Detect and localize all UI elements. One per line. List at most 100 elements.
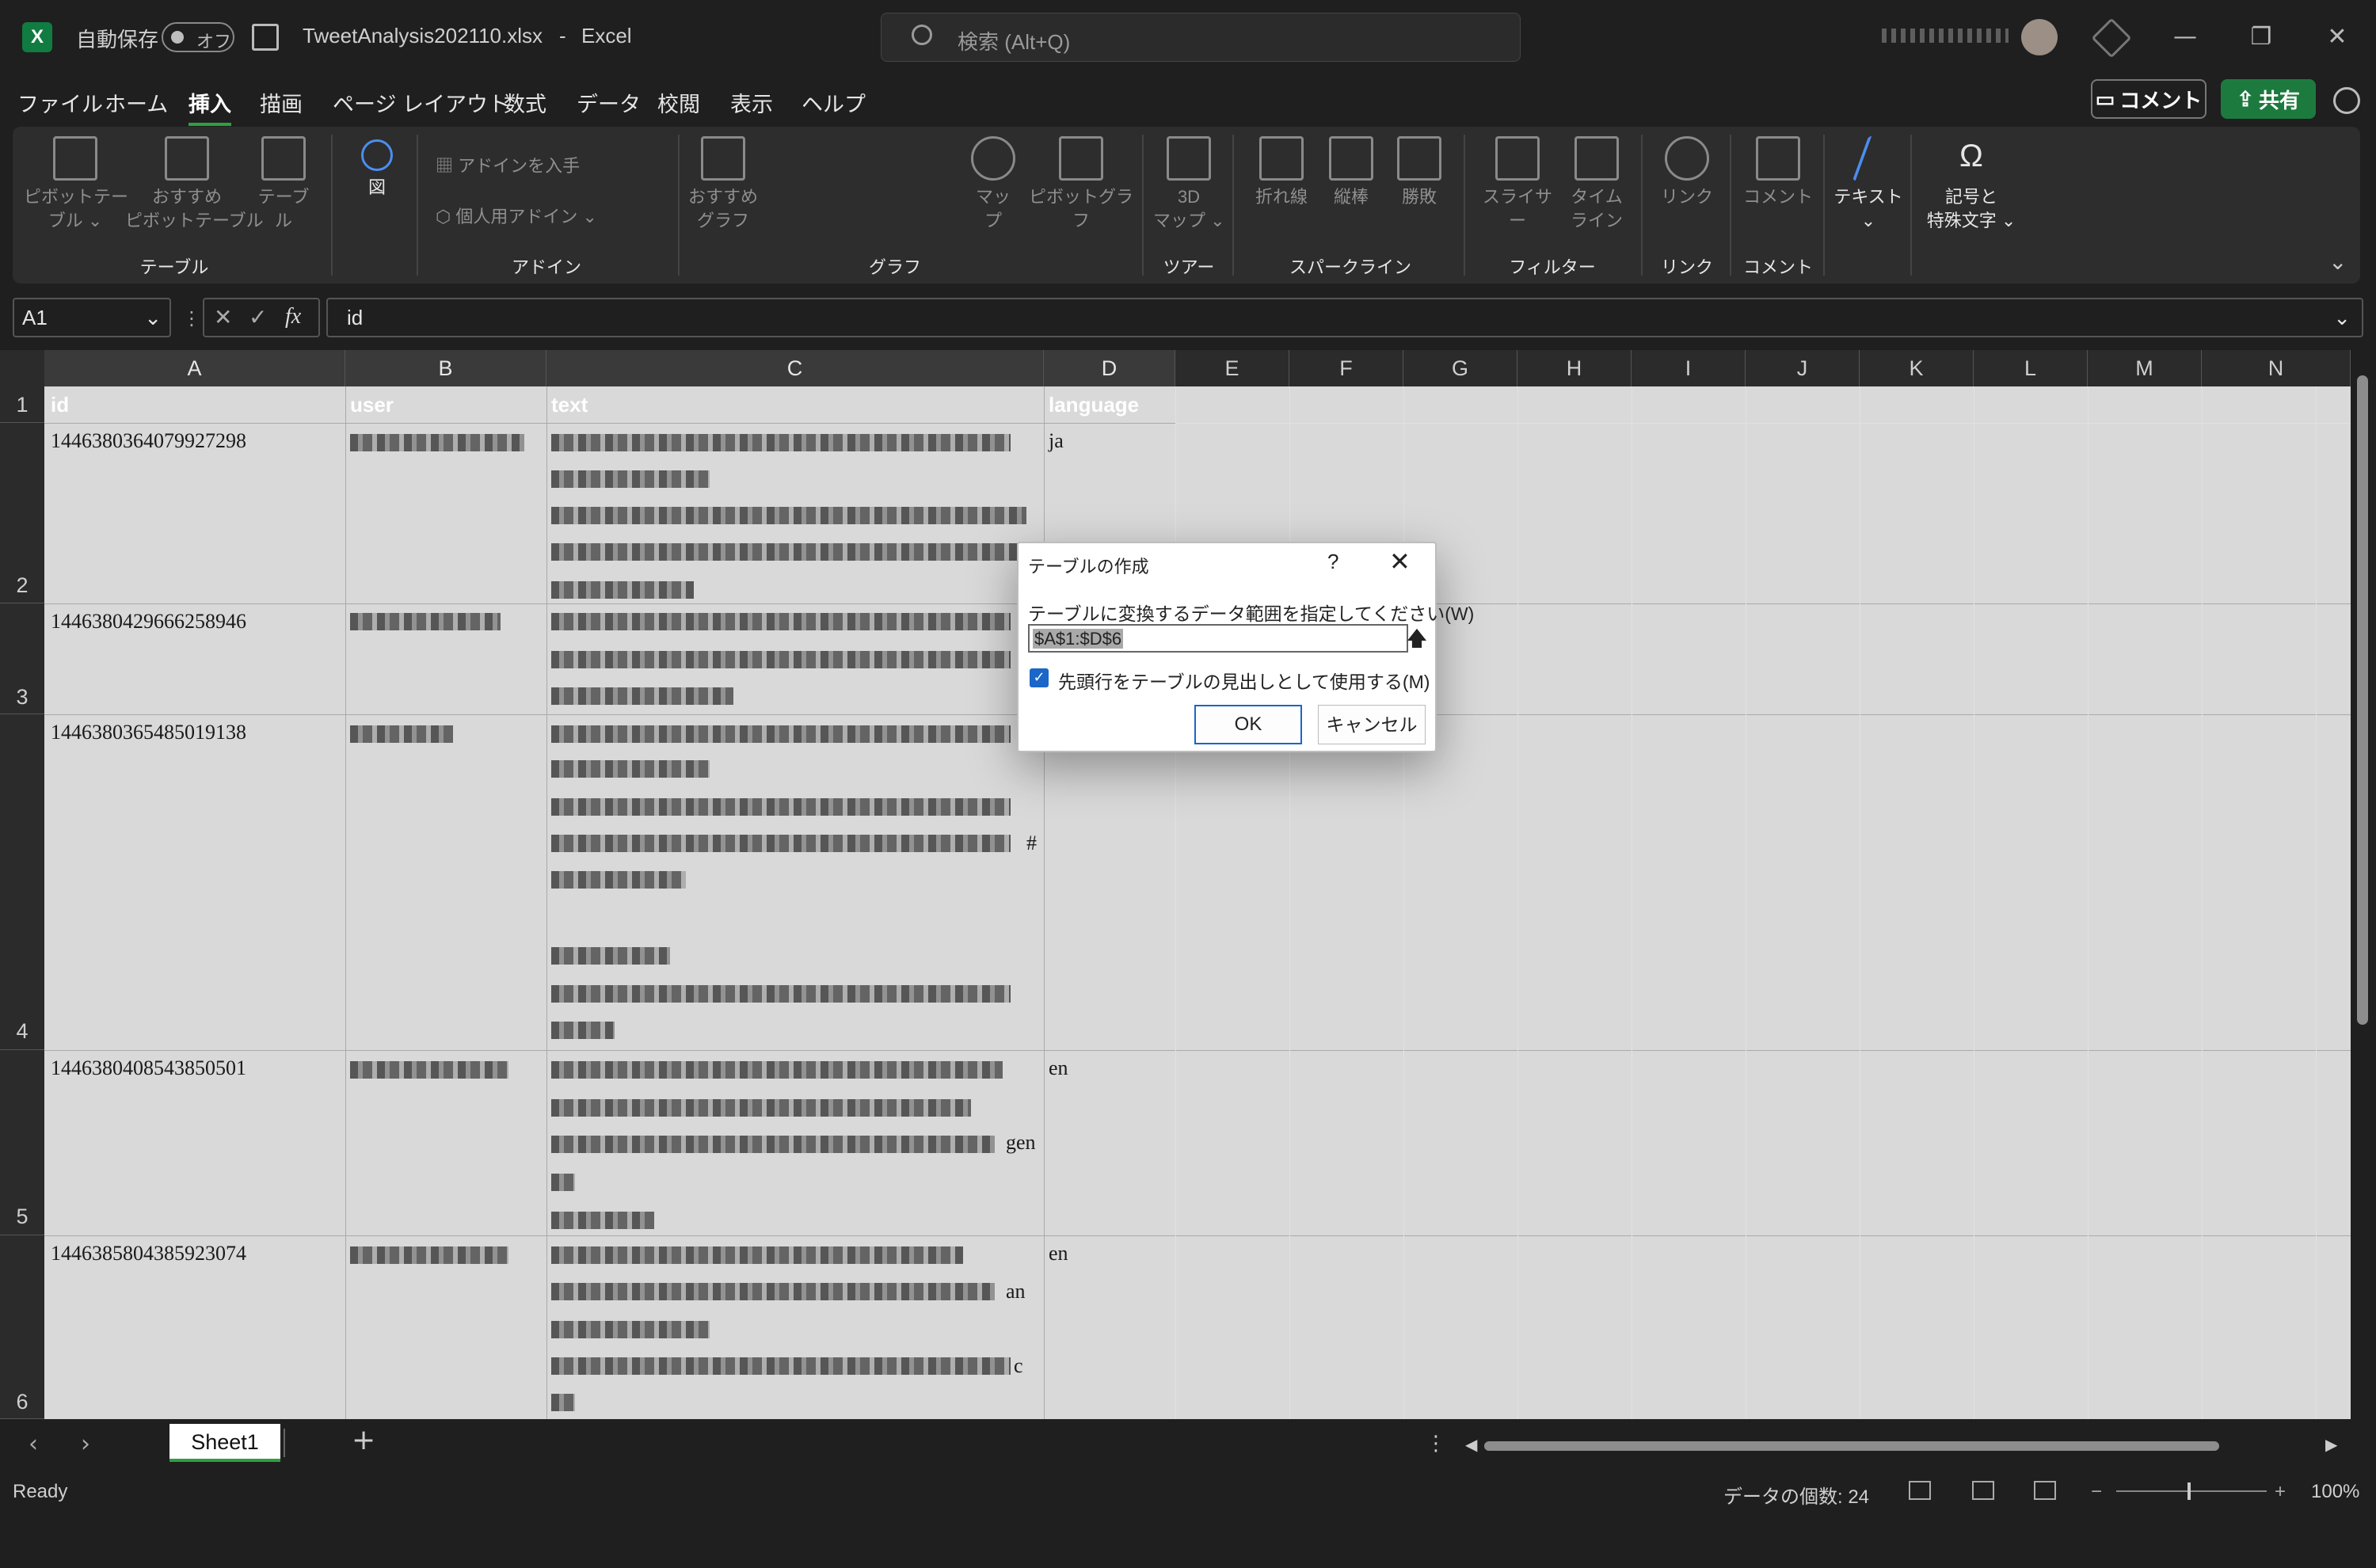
page-layout-view-icon[interactable] (1972, 1481, 1994, 1500)
recommended-charts-button[interactable]: おすすめ グラフ (687, 136, 759, 233)
zoom-in-icon[interactable]: + (2275, 1481, 2286, 1503)
col-header-a[interactable]: A (44, 350, 345, 386)
cell-id[interactable]: 1446380408543850501 (46, 1053, 251, 1083)
pivot-table-button[interactable]: ピボットテー ブル ⌄ (24, 136, 128, 233)
zoom-out-icon[interactable]: − (2091, 1481, 2102, 1503)
timeline-button[interactable]: タイム ライン (1563, 136, 1630, 233)
row-header-3[interactable]: 3 (0, 603, 44, 714)
formula-expand-icon[interactable]: ⌄ (2333, 306, 2351, 330)
avatar[interactable] (2021, 19, 2058, 55)
symbols-button[interactable]: Ω 記号と 特殊文字 ⌄ (1920, 136, 2023, 233)
minimize-button[interactable]: — (2165, 17, 2205, 57)
vertical-scrollbar[interactable] (2351, 356, 2376, 1418)
range-input[interactable]: $A$1:$D$6 (1028, 624, 1408, 653)
col-header-g[interactable]: G (1403, 350, 1517, 386)
normal-view-icon[interactable] (1909, 1481, 1931, 1500)
header-cell-language[interactable]: language (1044, 390, 1144, 421)
sheet-tab-sheet1[interactable]: Sheet1 (169, 1424, 280, 1462)
row-header-6[interactable]: 6 (0, 1235, 44, 1419)
sparkline-column-button[interactable]: 縦棒 (1319, 136, 1383, 209)
menu-insert[interactable]: 挿入 (188, 87, 231, 126)
horizontal-scroll-thumb[interactable] (1484, 1441, 2219, 1451)
autosave-toggle[interactable]: オフ (162, 22, 234, 52)
table-button[interactable]: テーブル (250, 136, 317, 233)
header-row-checkbox-label[interactable]: 先頭行をテーブルの見出しとして使用する(M) (1058, 667, 1430, 694)
next-sheet-icon[interactable]: › (81, 1430, 90, 1458)
slicer-button[interactable]: スライサー (1478, 136, 1557, 233)
enter-check-icon[interactable]: ✓ (249, 304, 267, 330)
prev-sheet-icon[interactable]: ‹ (29, 1430, 38, 1458)
col-header-i[interactable]: I (1632, 350, 1746, 386)
row-header-2[interactable]: 2 (0, 423, 44, 603)
recommended-pivot-button[interactable]: おすすめ ピボットテーブル (125, 136, 264, 233)
collapse-range-icon[interactable]: 🡅 (1405, 624, 1429, 653)
row-header-5[interactable]: 5 (0, 1050, 44, 1235)
add-sheet-button[interactable]: + (352, 1424, 375, 1456)
save-icon[interactable] (252, 24, 279, 51)
feedback-smiley-icon[interactable] (2333, 87, 2360, 114)
cell-language[interactable]: en (1044, 1239, 1073, 1269)
col-header-b[interactable]: B (345, 350, 546, 386)
select-all-corner[interactable] (0, 350, 44, 386)
insert-function-icon[interactable]: fx (285, 304, 301, 329)
sparkline-line-button[interactable]: 折れ線 (1250, 136, 1313, 209)
comment-insert-button[interactable]: コメント (1742, 136, 1814, 209)
cancel-button[interactable]: キャンセル (1318, 705, 1426, 744)
header-cell-text[interactable]: text (546, 390, 592, 421)
col-header-c[interactable]: C (546, 350, 1044, 386)
cell-language[interactable]: en (1044, 1053, 1073, 1083)
col-header-k[interactable]: K (1860, 350, 1974, 386)
horizontal-scrollbar[interactable]: ◀ ▶ (1465, 1435, 2344, 1456)
scroll-left-icon[interactable]: ◀ (1465, 1435, 1477, 1454)
close-button[interactable]: ✕ (2317, 17, 2357, 57)
menu-review[interactable]: 校閲 (657, 87, 700, 118)
col-header-e[interactable]: E (1175, 350, 1289, 386)
formula-input[interactable]: id ⌄ (326, 298, 2363, 337)
sparkline-winloss-button[interactable]: 勝敗 (1388, 136, 1451, 209)
zoom-slider-thumb[interactable] (2188, 1482, 2191, 1500)
menu-page-layout[interactable]: ページ レイアウト (333, 87, 509, 118)
header-cell-id[interactable]: id (46, 390, 74, 421)
vertical-scroll-thumb[interactable] (2357, 375, 2368, 1025)
col-header-d[interactable]: D (1044, 350, 1175, 386)
header-row-checkbox[interactable]: ✓ (1030, 668, 1049, 687)
col-header-j[interactable]: J (1746, 350, 1860, 386)
cell-id[interactable]: 1446380365485019138 (46, 717, 251, 748)
col-header-h[interactable]: H (1517, 350, 1632, 386)
name-box[interactable]: A1 ⌄ (13, 298, 171, 337)
menu-help[interactable]: ヘルプ (802, 87, 866, 118)
page-break-view-icon[interactable] (2034, 1481, 2056, 1500)
pivot-chart-button[interactable]: ピボットグラフ (1026, 136, 1136, 233)
cell-id[interactable]: 1446380429666258946 (46, 607, 251, 637)
cancel-x-icon[interactable]: ✕ (214, 304, 232, 330)
text-button[interactable]: テキスト ⌄ (1833, 136, 1904, 233)
menu-home[interactable]: ホーム (105, 87, 168, 118)
share-button[interactable]: ⇪ 共有 (2221, 79, 2316, 119)
scroll-right-icon[interactable]: ▶ (2325, 1435, 2337, 1454)
link-button[interactable]: リンク (1655, 136, 1719, 209)
figure-button[interactable]: 図 (353, 139, 401, 200)
cell-id[interactable]: 1446385804385923074 (46, 1239, 251, 1269)
col-header-m[interactable]: M (2088, 350, 2202, 386)
menu-draw[interactable]: 描画 (260, 87, 303, 118)
ribbon-collapse-icon[interactable]: ⌄ (2328, 249, 2347, 275)
zoom-slider[interactable] (2116, 1490, 2267, 1492)
zoom-level[interactable]: 100% (2311, 1481, 2359, 1503)
menu-formulas[interactable]: 数式 (504, 87, 546, 118)
3d-map-button[interactable]: 3D マップ ⌄ (1153, 136, 1225, 233)
cell-language[interactable]: ja (1044, 426, 1068, 456)
row-header-4[interactable]: 4 (0, 714, 44, 1050)
dialog-close-button[interactable]: ✕ (1389, 546, 1411, 577)
row-header-1[interactable]: 1 (0, 386, 44, 423)
dialog-help-button[interactable]: ? (1327, 550, 1338, 574)
ok-button[interactable]: OK (1194, 705, 1302, 744)
tab-options-icon[interactable]: ⋮ (1426, 1432, 1446, 1456)
col-header-f[interactable]: F (1289, 350, 1403, 386)
header-cell-user[interactable]: user (345, 390, 398, 421)
menu-file[interactable]: ファイル (17, 87, 103, 118)
menu-data[interactable]: データ (577, 87, 641, 118)
pen-icon[interactable] (2091, 17, 2132, 59)
search-box[interactable]: 検索 (Alt+Q) (881, 13, 1521, 62)
my-addin-button[interactable]: ⬡ 個人用アドイン ⌄ (436, 203, 597, 228)
map-chart-button[interactable]: マップ (969, 136, 1017, 233)
